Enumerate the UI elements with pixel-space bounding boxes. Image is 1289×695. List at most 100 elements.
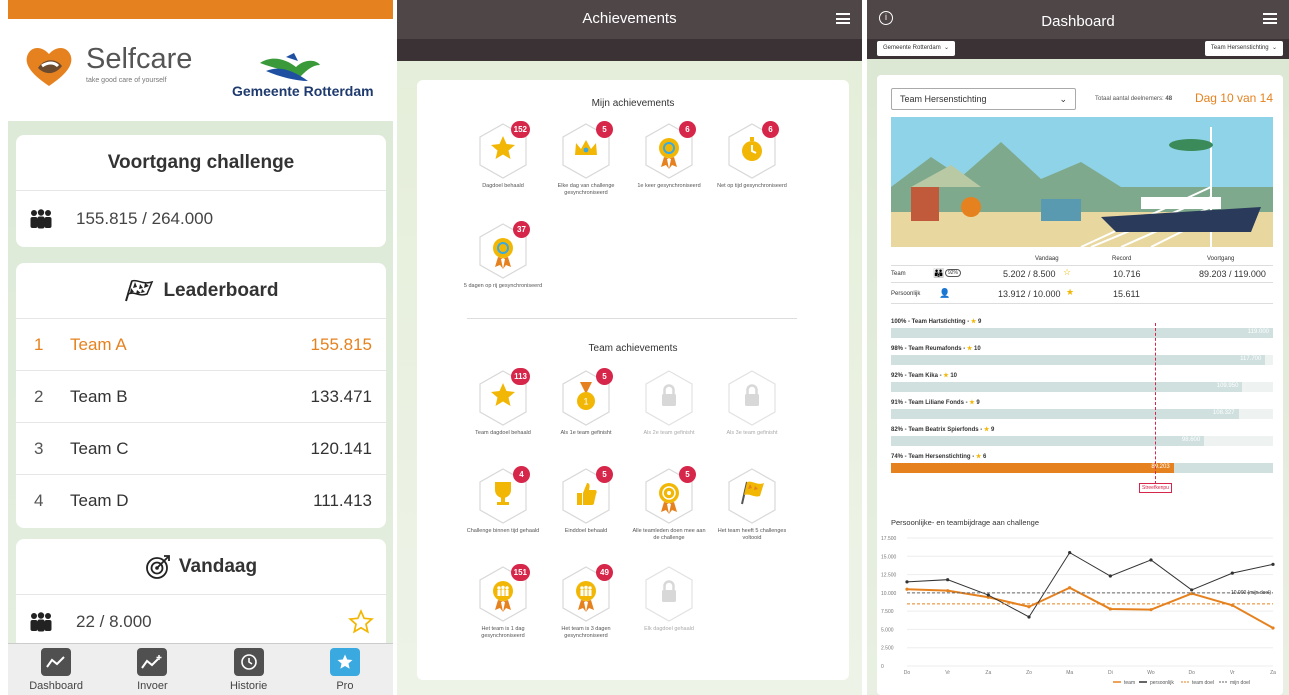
data-point-persoonlijk	[1230, 571, 1234, 575]
chart-add-icon	[137, 648, 168, 676]
badge-label: Elke dag van challenge gesynchroniseerd	[557, 183, 615, 196]
achievement-badge[interactable]: Als 2e team gefinisht	[629, 370, 709, 437]
checkered-flag-icon	[728, 468, 776, 524]
data-point-team	[1027, 605, 1031, 609]
achievement-badge[interactable]: 6 1e keer gesynchroniseerd	[629, 121, 709, 190]
badge-label: Net op tijd gesynchroniseerd	[717, 183, 787, 189]
badge-label: Challenge binnen tijd gehaald	[466, 528, 540, 534]
team-bar: 108.327	[891, 409, 1239, 419]
legend-label: mijn doel	[1230, 680, 1250, 686]
achievement-badge[interactable]: 5 Elke dag van challenge gesynchroniseerd	[546, 121, 626, 197]
achievement-badge[interactable]: 49 Het team is 3 dagen gesynchroniseerd	[546, 564, 626, 640]
goal-annotation: 10.000 (mijn doel)	[1231, 590, 1271, 596]
badge-label: Dagdoel behaald	[482, 183, 524, 189]
org-select[interactable]: Gemeente Rotterdam ⌄	[877, 41, 956, 56]
data-point-team	[1108, 607, 1112, 611]
people-icon	[30, 612, 52, 632]
leaderboard-row[interactable]: 1 Team A 155.815	[16, 319, 386, 371]
bar-label: 91% - Team Liliane Fonds - ★ 9	[891, 399, 980, 406]
x-tick-label: Wo	[1147, 670, 1155, 676]
achievement-badge[interactable]: 5 Alle teamleden doen mee aan de challeng…	[629, 466, 709, 542]
progress-card: Voortgang challenge 155.815 / 264.000	[16, 135, 386, 247]
achievements-card: Mijn achievements 152 Dagdoel behaald 5 Elk…	[417, 80, 849, 680]
menu-icon[interactable]	[836, 13, 850, 24]
team-score: 120.141	[310, 438, 372, 458]
badge-hexagon: 6	[644, 121, 696, 179]
data-point-persoonlijk	[946, 578, 950, 582]
badge-label: Het team is 1 dag gesynchroniseerd	[481, 626, 525, 639]
achievement-badge[interactable]: Elk dagdoel gehaald	[629, 566, 709, 633]
participants-label: Totaal aantal deelnemers:	[1095, 96, 1164, 102]
tab-pro[interactable]: Pro	[305, 644, 385, 695]
data-point-persoonlijk	[905, 580, 909, 584]
badge-hexagon	[644, 566, 694, 622]
achievement-badge[interactable]: 1 5 Als 1e team gefinisht	[546, 368, 626, 437]
dashboard-topbar: i Dashboard	[867, 0, 1289, 39]
x-tick-label: Za	[1270, 670, 1276, 676]
y-tick-label: 7.500	[881, 609, 894, 615]
team-select-top[interactable]: Team Hersenstichting ⌄	[1204, 41, 1283, 56]
tab-invoer[interactable]: Invoer	[112, 644, 192, 695]
team-select[interactable]: Team Hersenstichting ⌄	[891, 88, 1076, 110]
rotterdam-emblem-icon	[260, 53, 320, 81]
badge-hexagon: 6	[727, 121, 779, 179]
tab-dashboard[interactable]: Dashboard	[16, 644, 96, 695]
achievement-badge[interactable]: Als 3e team gefinisht	[712, 370, 792, 437]
star-outline-icon: ☆	[1063, 267, 1072, 277]
badge-label: 1e keer gesynchroniseerd	[637, 183, 701, 189]
badge-hexagon: 5	[644, 466, 696, 524]
achievement-badge[interactable]: 5 Einddoel behaald	[546, 466, 626, 535]
team-name: Team A	[70, 334, 127, 354]
badge-hexagon	[644, 370, 694, 426]
progress-value: 155.815 / 264.000	[76, 209, 214, 228]
badge-label: Als 3e team gefinisht	[726, 430, 778, 436]
bar-team: 98% - Team Reumafonds -	[891, 346, 966, 352]
bar-stars: 10	[950, 373, 957, 379]
leaderboard-row[interactable]: 3 Team C 120.141	[16, 423, 386, 475]
data-point-persoonlijk	[1271, 562, 1275, 566]
badge-hexagon: 5	[561, 121, 613, 179]
personal-stats-row: Persoonlijk 👤 13.912 / 10.000 ★ 15.611	[891, 286, 1273, 304]
tab-historie[interactable]: Historie	[209, 644, 289, 695]
col-today: Vandaag	[1035, 256, 1059, 262]
bar-label: 100% - Team Hartstichting - ★ 9	[891, 318, 981, 325]
achievement-badge[interactable]: 6 Net op tijd gesynchroniseerd	[712, 121, 792, 190]
achievement-badge[interactable]: 37 5 dagen op rij gesynchroniseerd	[463, 221, 543, 290]
menu-icon[interactable]	[1263, 13, 1277, 24]
leaderboard-row[interactable]: 4 Team D 111.413	[16, 475, 386, 527]
star-icon	[329, 648, 360, 676]
personal-record: 15.611	[1113, 289, 1140, 299]
bar-label: 82% - Team Beatrix Spierfonds - ★ 9	[891, 426, 994, 433]
leaderboard-card: Leaderboard 1 Team A 155.815 2 Team B 133.471…	[16, 263, 386, 528]
badge-label: Het team heeft 5 challenges voltooid	[717, 528, 787, 541]
achievement-badge[interactable]: 151 Het team is 1 dag gesynchroniseerd	[463, 564, 543, 640]
achievement-badge[interactable]: 4 Challenge binnen tijd gehaald	[463, 466, 543, 535]
achievement-badge[interactable]: 152 Dagdoel behaald	[463, 121, 543, 190]
rank: 3	[34, 438, 44, 458]
dart-target-icon	[146, 554, 170, 579]
data-point-persoonlijk	[1108, 574, 1112, 578]
progress-row: 155.815 / 264.000	[16, 191, 386, 247]
dashboard-panel: i Dashboard Gemeente Rotterdam ⌄ Team He…	[867, 0, 1289, 695]
y-tick-label: 5.000	[881, 627, 894, 633]
badge-label: Einddoel behaald	[564, 528, 608, 534]
badge-hexagon	[727, 370, 777, 426]
team-bar: 117.700	[891, 355, 1266, 365]
selfcare-name: Selfcare	[86, 43, 193, 75]
bar-stars: 6	[982, 454, 987, 460]
team-stats-row: Team 👪 92% 5.202 / 8.500 ☆ 10.716 89.203…	[891, 265, 1273, 283]
badge-count: 6	[679, 121, 696, 138]
today-value: 22 / 8.000	[76, 612, 152, 631]
leaderboard-row[interactable]: 2 Team B 133.471	[16, 371, 386, 423]
team-name: Team B	[70, 386, 128, 406]
team-name: Team C	[70, 438, 129, 458]
achievement-badge[interactable]: Het team heeft 5 challenges voltooid	[712, 468, 792, 542]
y-tick-label: 15.000	[881, 554, 897, 560]
x-tick-label: Do	[1188, 670, 1195, 676]
team-select-value: Team Hersenstichting	[900, 94, 987, 104]
achievement-badge[interactable]: 113 Team dagdoel behaald	[463, 368, 543, 437]
bar-track: 117.700	[891, 355, 1273, 365]
bar-value: 108.327	[1212, 410, 1235, 416]
x-tick-label: Za	[985, 670, 991, 676]
x-tick-label: Vr	[945, 670, 950, 676]
